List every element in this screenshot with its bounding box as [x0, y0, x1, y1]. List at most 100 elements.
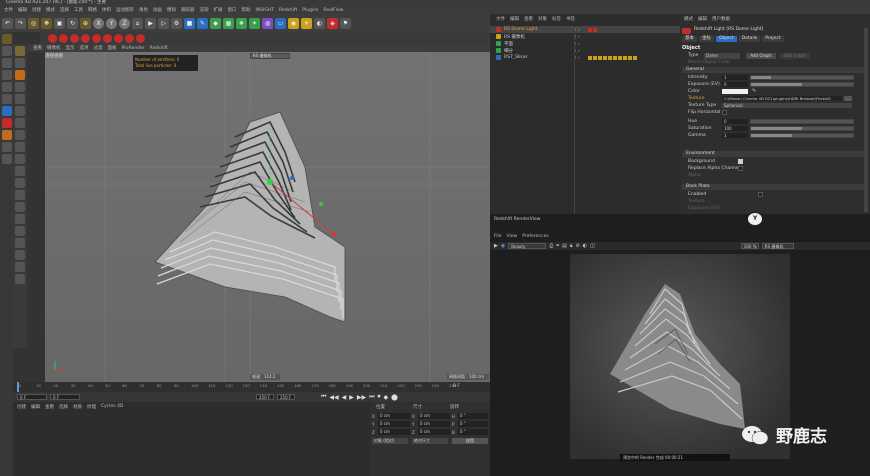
attributes-tab[interactable]: Details — [738, 36, 761, 42]
dissolve-icon[interactable] — [15, 226, 25, 236]
insight-icon[interactable]: ◐ — [314, 17, 325, 29]
rs-environment-icon[interactable] — [103, 33, 112, 43]
rs-proxy-icon[interactable] — [114, 33, 123, 43]
subdivision-icon[interactable]: ◆ — [210, 17, 221, 29]
render-camera-dropdown[interactable]: RS 摄像机 — [761, 243, 794, 249]
sculpt-icon[interactable] — [15, 262, 25, 272]
z-axis-icon[interactable]: Z — [119, 17, 130, 29]
field-icon[interactable]: ◍ — [262, 17, 273, 29]
object-menu-item[interactable]: 书签 — [566, 16, 575, 22]
rotate-icon[interactable]: ↻ — [67, 17, 78, 29]
keyframe-icon[interactable]: ◆ — [384, 394, 389, 401]
undo-icon[interactable]: ↶ — [2, 17, 13, 29]
lock-icon[interactable]: 🔒︎ — [570, 243, 573, 249]
preview-min-field[interactable]: 0 F — [50, 394, 80, 400]
tag-icon[interactable] — [617, 55, 622, 60]
cloner-icon[interactable]: ❖ — [236, 17, 247, 29]
menu-item[interactable]: 网格 — [88, 7, 97, 13]
rs-volume-icon[interactable] — [125, 33, 134, 43]
start-render-icon[interactable]: ▶ — [494, 243, 498, 249]
go-start-icon[interactable]: ⏮ — [321, 393, 326, 401]
environment-section-header[interactable]: Environment — [682, 151, 867, 157]
object-tag-icons[interactable] — [587, 55, 637, 60]
uv-icon[interactable] — [15, 274, 25, 284]
renderview-menu-item[interactable]: File — [494, 234, 502, 239]
render-view-icon[interactable]: ▶ — [145, 17, 156, 29]
crop-icon[interactable]: ⌗ — [556, 243, 559, 249]
menu-item[interactable]: 动画 — [153, 7, 162, 13]
record-icon[interactable]: ⏺ — [378, 393, 381, 401]
loop-cut-icon[interactable] — [15, 118, 25, 128]
edges-mode-icon[interactable] — [1, 82, 12, 92]
object-visibility-icon[interactable]: ⁞ ✓ — [575, 34, 581, 39]
eyedropper-icon[interactable]: ✎ — [752, 88, 756, 94]
back-plate-section-header[interactable]: Back Plate — [682, 184, 867, 190]
hue-slider[interactable] — [750, 119, 854, 124]
general-section-header[interactable]: General — [682, 67, 867, 73]
menu-item[interactable]: 扩展 — [214, 7, 223, 13]
axis-origin-handle[interactable] — [267, 179, 273, 185]
object-row[interactable]: 平面 ⁞ ✓ — [490, 40, 680, 47]
stitch-icon[interactable] — [15, 178, 25, 188]
ipr-icon[interactable]: ◉ — [501, 243, 505, 249]
object-menu-item[interactable]: 对象 — [538, 16, 547, 22]
menu-item[interactable]: 编辑 — [18, 7, 27, 13]
light-icon[interactable]: ☀ — [301, 17, 312, 29]
snap-icon[interactable] — [1, 130, 12, 140]
apply-button[interactable]: 应用 — [452, 438, 488, 444]
object-visibility-icon[interactable]: ⁞ ✓ — [575, 55, 581, 60]
object-menu-item[interactable]: 查看 — [524, 16, 533, 22]
menu-item[interactable]: 运动图形 — [116, 7, 134, 13]
position-field[interactable]: 0 cm — [378, 429, 410, 435]
menu-item[interactable]: 模式 — [46, 7, 55, 13]
renderview-menu-item[interactable]: Preferences — [522, 234, 548, 239]
tag-icon[interactable] — [622, 55, 627, 60]
tag-icon[interactable] — [587, 27, 592, 32]
object-tag-icons[interactable] — [587, 27, 597, 32]
menu-item[interactable]: Plugins — [302, 8, 318, 13]
rs-area-light-icon[interactable] — [92, 33, 101, 43]
render-settings-icon[interactable]: ⚙ — [171, 17, 182, 29]
x-axis-icon[interactable]: X — [93, 17, 104, 29]
material-menu-item[interactable]: 编辑 — [31, 404, 40, 410]
prev-frame-icon[interactable]: ◀ — [342, 394, 347, 401]
lock-workplane-icon[interactable] — [1, 154, 12, 164]
magnet-icon[interactable] — [15, 70, 25, 80]
clear-icon[interactable]: ⊘ — [575, 243, 579, 249]
tag-icon[interactable] — [597, 55, 602, 60]
object-menu-item[interactable]: 编辑 — [510, 16, 519, 22]
knife-icon[interactable] — [15, 58, 25, 68]
material-menu-item[interactable]: 选择 — [59, 404, 68, 410]
menu-item[interactable]: RealFlow — [323, 8, 343, 13]
object-visibility-icon[interactable]: ⁞ ✓ — [575, 48, 581, 53]
coord-system-icon[interactable]: ⌂ — [132, 17, 143, 29]
menu-item[interactable]: 创建 — [32, 7, 41, 13]
prev-key-icon[interactable]: ◀◀ — [329, 394, 338, 401]
saturation-field[interactable]: 100 — [722, 126, 748, 131]
position-field[interactable]: 0 cm — [378, 413, 410, 419]
rs-renderview-icon[interactable] — [136, 33, 145, 43]
viewport-menu-item[interactable]: 面板 — [108, 45, 117, 51]
material-menu-item[interactable]: 创建 — [17, 404, 26, 410]
menu-item[interactable]: 帮助 — [242, 7, 251, 13]
renderview-menu-item[interactable]: View — [507, 234, 518, 239]
polygon-pen-icon[interactable] — [15, 214, 25, 224]
play-icon[interactable]: ▶ — [349, 394, 354, 401]
viewport-menu-item[interactable]: 摄像机 — [47, 45, 61, 51]
deformer-icon[interactable]: ✦ — [249, 17, 260, 29]
preview-max-field[interactable]: 250 F — [277, 394, 295, 400]
workplane-icon[interactable] — [1, 58, 12, 68]
position-field[interactable]: 0 cm — [378, 421, 410, 427]
attributes-tab[interactable]: Object — [716, 36, 737, 42]
menu-item[interactable]: 选择 — [60, 7, 69, 13]
object-row[interactable]: RS 摄像机 ⁞ ✓ — [490, 33, 680, 40]
spin-edge-icon[interactable] — [15, 238, 25, 248]
rgb-icon[interactable]: ◐ — [583, 243, 587, 249]
go-end-icon[interactable]: ⏭ — [369, 393, 374, 401]
menu-item[interactable]: INSIGHT — [256, 8, 275, 13]
menu-item[interactable]: 工具 — [74, 7, 83, 13]
attributes-menu-item[interactable]: 编辑 — [698, 16, 707, 22]
tag-icon[interactable] — [627, 55, 632, 60]
redo-icon[interactable]: ↷ — [15, 17, 26, 29]
align-icon[interactable] — [15, 202, 25, 212]
